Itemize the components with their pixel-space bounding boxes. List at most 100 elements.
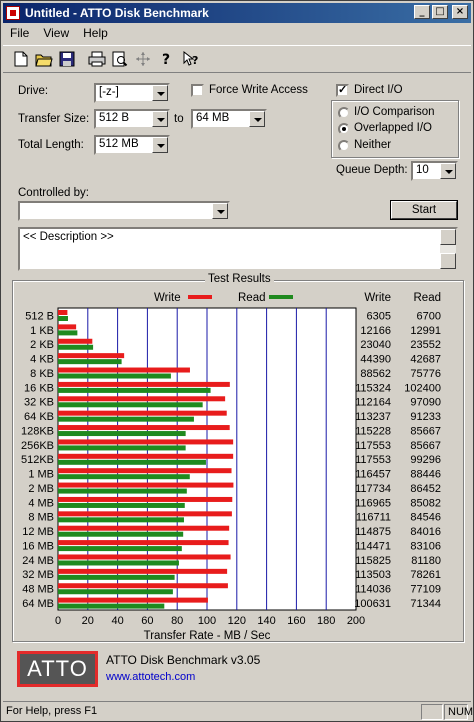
legend-read-swatch (269, 295, 293, 299)
close-button[interactable]: × (452, 5, 468, 19)
read-bar (58, 344, 94, 350)
website-link[interactable]: www.attotech.com (106, 671, 195, 683)
start-button[interactable]: Start (391, 201, 457, 219)
description-scrollbar[interactable] (440, 229, 456, 269)
write-bar (58, 453, 234, 459)
description-text: << Description >> (23, 231, 114, 243)
write-bar (58, 425, 230, 431)
neither-radio[interactable] (338, 140, 350, 152)
write-value: 117734 (355, 483, 391, 495)
help-icon[interactable]: ? (156, 49, 176, 69)
chevron-down-icon[interactable] (440, 163, 456, 179)
read-value: 102400 (404, 382, 441, 394)
write-value: 117553 (355, 440, 391, 452)
description-box[interactable]: << Description >> (18, 227, 458, 271)
x-tick-label: 200 (347, 615, 365, 627)
maximize-button[interactable]: □ (432, 5, 448, 19)
write-value: 115324 (355, 382, 391, 394)
read-value: 85667 (410, 425, 441, 437)
read-bar (58, 387, 211, 393)
read-bar (58, 531, 184, 537)
scroll-down-icon[interactable] (440, 253, 456, 269)
to-label: to (174, 113, 184, 125)
io-comparison-label: I/O Comparison (354, 106, 435, 118)
controlled-by-select[interactable] (18, 201, 230, 221)
chevron-down-icon[interactable] (152, 85, 168, 101)
new-file-icon[interactable] (11, 49, 31, 69)
write-value: 6305 (367, 310, 391, 322)
category-label: 4 MB (28, 497, 54, 509)
write-value: 113237 (355, 411, 391, 423)
minimize-button[interactable]: _ (414, 5, 430, 19)
read-bar (58, 502, 185, 508)
read-value: 84546 (410, 512, 441, 524)
write-value: 113503 (355, 569, 391, 581)
write-bar (58, 338, 93, 344)
save-icon[interactable] (57, 49, 77, 69)
read-bar (58, 603, 165, 609)
write-bar (58, 525, 230, 531)
column-header-read: Read (414, 292, 442, 304)
overlapped-io-label: Overlapped I/O (354, 122, 432, 134)
write-bar (58, 310, 68, 315)
neither-label: Neither (354, 139, 392, 151)
category-label: 512 B (25, 310, 54, 322)
x-tick-label: 60 (141, 615, 153, 627)
read-value: 97090 (410, 397, 441, 409)
write-value: 116965 (355, 497, 391, 509)
x-tick-label: 20 (82, 615, 94, 627)
read-value: 91233 (410, 411, 441, 423)
category-label: 4 KB (30, 354, 54, 366)
menu-view[interactable]: View (36, 25, 76, 43)
total-length-select[interactable]: 512 MB (94, 135, 170, 155)
legend-read-label: Read (238, 292, 266, 304)
read-value: 78261 (410, 569, 441, 581)
write-value: 112164 (355, 397, 391, 409)
chevron-down-icon[interactable] (249, 111, 265, 127)
write-value: 115228 (355, 425, 391, 437)
read-bar (58, 474, 190, 480)
read-value: 6700 (417, 310, 441, 322)
x-tick-label: 120 (228, 615, 246, 627)
menu-file[interactable]: File (3, 25, 36, 43)
print-preview-icon[interactable] (110, 49, 130, 69)
results-chart: Write Read Write Read 512 B 6305 6700 1 KB 12166… (21, 292, 442, 642)
queue-depth-label: Queue Depth: (336, 164, 408, 176)
transfer-from-select[interactable]: 512 B (94, 109, 170, 129)
category-label: 24 MB (22, 555, 54, 567)
read-bar (58, 589, 173, 595)
read-value: 75776 (410, 368, 441, 380)
logo-text: ATTO (27, 656, 88, 681)
read-bar (58, 574, 175, 580)
context-help-icon[interactable]: ? (181, 49, 201, 69)
force-write-checkbox[interactable] (191, 84, 204, 97)
write-bar (58, 468, 232, 474)
print-icon[interactable] (87, 49, 107, 69)
transfer-to-select[interactable]: 64 MB (191, 109, 267, 129)
move-icon[interactable] (133, 49, 153, 69)
chevron-down-icon[interactable] (152, 111, 168, 127)
read-value: 86452 (410, 483, 441, 495)
write-bar (58, 482, 234, 488)
category-label: 128KB (21, 425, 54, 437)
queue-depth-select[interactable]: 10 (411, 161, 458, 181)
drive-select[interactable]: [-z-] (94, 83, 170, 103)
category-label: 16 KB (24, 382, 54, 394)
read-value: 84016 (410, 526, 441, 538)
category-label: 2 KB (30, 339, 54, 351)
column-header-write: Write (364, 292, 391, 304)
open-folder-icon[interactable] (34, 49, 54, 69)
legend-write-swatch (188, 295, 212, 299)
write-value: 114471 (355, 540, 391, 552)
controlled-by-label: Controlled by: (18, 187, 89, 199)
title-bar[interactable]: Untitled - ATTO Disk Benchmark _ □ × (3, 3, 471, 23)
scroll-up-icon[interactable] (440, 229, 456, 245)
x-tick-label: 140 (257, 615, 275, 627)
chevron-down-icon[interactable] (152, 137, 168, 153)
category-label: 256KB (21, 440, 54, 452)
io-comparison-radio[interactable] (338, 107, 350, 119)
direct-io-checkbox[interactable]: ✓ (336, 84, 349, 97)
overlapped-io-radio[interactable] (338, 123, 350, 135)
menu-help[interactable]: Help (76, 25, 115, 43)
chevron-down-icon[interactable] (212, 203, 228, 219)
